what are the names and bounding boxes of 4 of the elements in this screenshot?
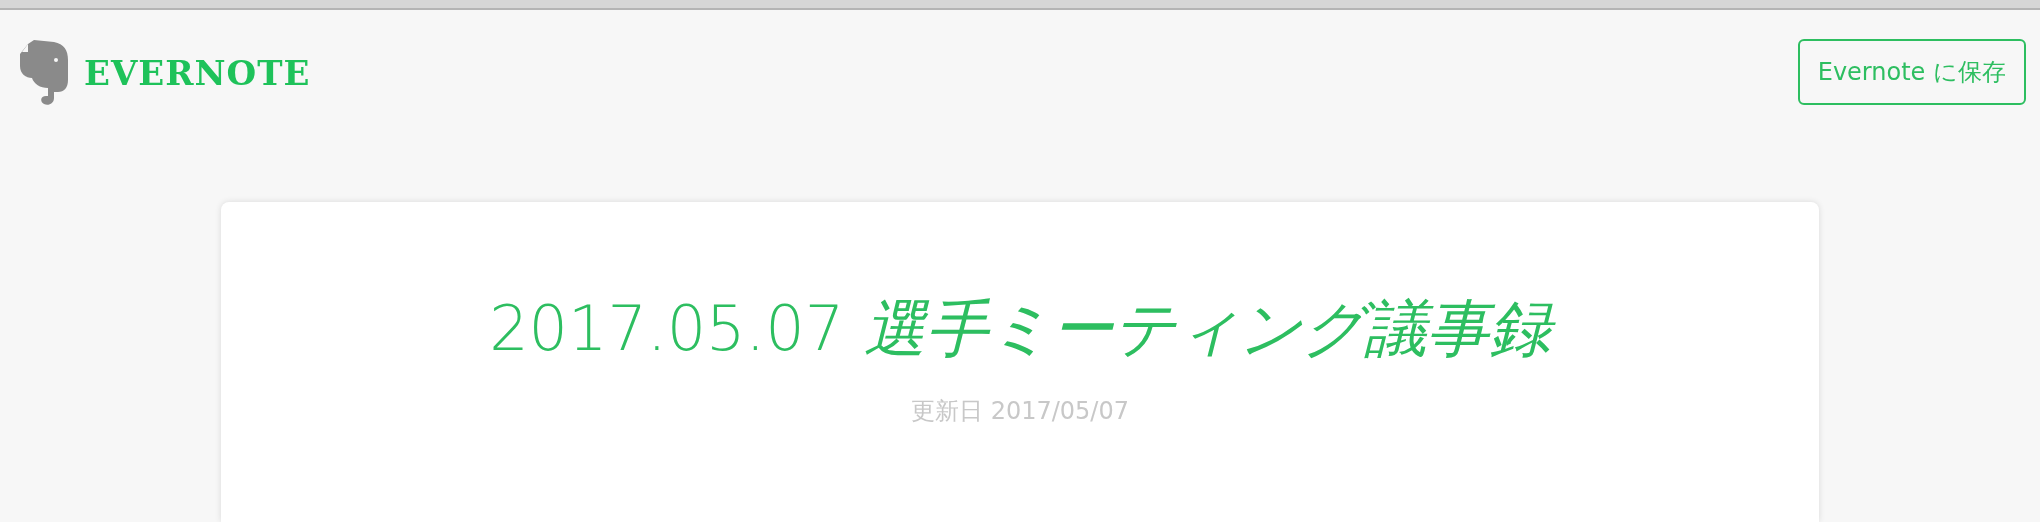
- note-title: 2017.05.07 選手ミーティング議事録: [477, 282, 1563, 375]
- save-to-evernote-button[interactable]: Evernote に保存: [1797, 39, 2026, 105]
- elephant-logo-icon: [20, 40, 70, 106]
- logo-wordmark[interactable]: EVERNOTE: [84, 53, 311, 93]
